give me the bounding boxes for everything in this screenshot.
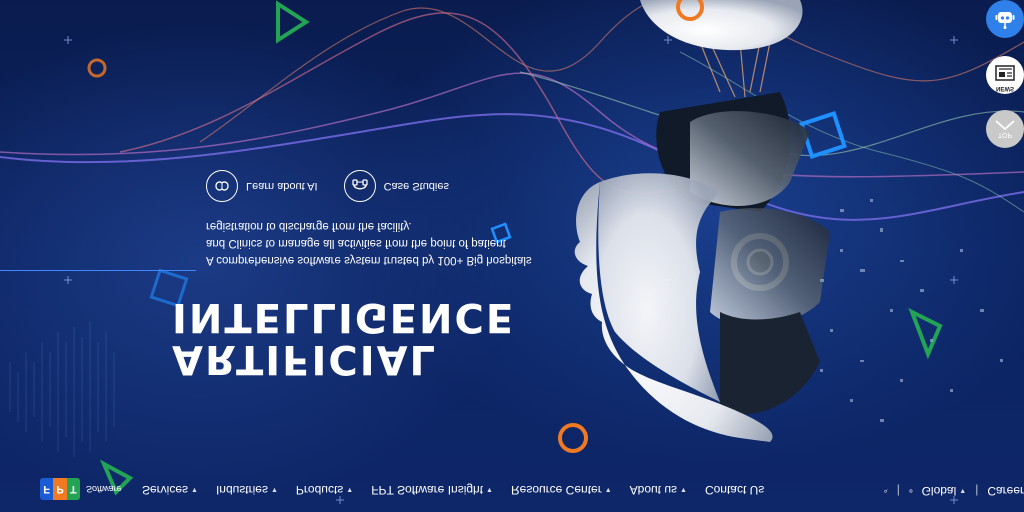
cta-label: Learn about AI xyxy=(246,180,318,192)
robot-icon xyxy=(995,12,1015,29)
nav-item-services[interactable]: Services ▼ xyxy=(142,483,198,497)
globe-icon xyxy=(908,489,913,493)
divider: | xyxy=(896,484,900,498)
nav-item-careers[interactable]: Career xyxy=(987,484,1024,498)
logo-letter-p: P xyxy=(53,478,67,500)
search-icon[interactable] xyxy=(884,485,888,497)
caret-down-icon: ▼ xyxy=(486,486,493,494)
main-menu: Services ▼ Industries ▼ Products ▼ FPT S… xyxy=(142,483,764,497)
case-studies-button[interactable]: Case Studies xyxy=(343,170,449,202)
learn-about-ai-button[interactable]: Learn about AI xyxy=(206,170,318,202)
caret-down-icon: ▼ xyxy=(680,486,687,494)
nav-item-label: FPT Software Insight xyxy=(371,483,484,497)
top-label: TOP xyxy=(997,131,1013,139)
hero-title-line2: INTELLIGENCE xyxy=(172,294,516,340)
caret-down-icon: ▼ xyxy=(959,487,967,495)
logo-subtext: Software xyxy=(86,484,122,494)
news-label: NEWS xyxy=(996,85,1014,91)
logo-letter-t: T xyxy=(66,478,80,500)
region-label: Global xyxy=(921,484,957,498)
logo-mark: F P T xyxy=(40,478,80,500)
logo-letter-f: F xyxy=(40,478,54,500)
nav-item-label: Contact Us xyxy=(704,483,765,497)
cta-label: Case Studies xyxy=(383,180,449,192)
news-button[interactable]: NEWS xyxy=(986,56,1024,94)
caret-down-icon: ▼ xyxy=(191,486,198,494)
brain-icon xyxy=(206,170,238,202)
nav-item-label: Products xyxy=(295,483,344,497)
nav-item-insight[interactable]: FPT Software Insight ▼ xyxy=(371,483,493,497)
hero-cta-group: Learn about AI Case Studies xyxy=(206,170,449,202)
headset-icon xyxy=(343,170,376,202)
back-to-top-button[interactable]: TOP xyxy=(986,110,1024,148)
chevron-up-icon xyxy=(995,120,1015,131)
divider: | xyxy=(975,484,979,498)
nav-item-about[interactable]: About us ▼ xyxy=(630,483,687,497)
chatbot-button[interactable] xyxy=(986,0,1024,38)
nav-item-label: About us xyxy=(629,483,678,497)
caret-down-icon: ▼ xyxy=(270,486,278,494)
nav-item-resource-center[interactable]: Resource Center ▼ xyxy=(511,483,612,497)
hero-stage: F P T Software Services ▼ Industries ▼ P… xyxy=(0,0,1024,512)
nav-item-industries[interactable]: Industries ▼ xyxy=(216,483,278,497)
caret-down-icon: ▼ xyxy=(604,486,612,494)
caret-down-icon: ▼ xyxy=(346,486,354,494)
nav-item-products[interactable]: Products ▼ xyxy=(296,483,353,497)
nav-item-contact[interactable]: Contact Us xyxy=(705,483,764,497)
nav-item-label: Industries xyxy=(215,483,268,497)
hero-title-line1: ARTIFICIAL xyxy=(172,336,438,382)
region-selector[interactable]: Global ▼ xyxy=(922,484,967,498)
hero-description: A comprehensive software system trusted … xyxy=(206,220,532,266)
nav-utilities: | Global ▼ | Career xyxy=(884,484,1024,498)
fpt-logo[interactable]: F P T Software xyxy=(40,476,124,502)
accent-line xyxy=(0,270,196,271)
nav-item-label: Resource Center xyxy=(510,483,602,497)
hero-title: ARTIFICIAL INTELLIGENCE xyxy=(172,294,516,382)
nav-item-label: Services xyxy=(142,483,189,497)
top-navigation: F P T Software Services ▼ Industries ▼ P… xyxy=(0,466,1024,512)
